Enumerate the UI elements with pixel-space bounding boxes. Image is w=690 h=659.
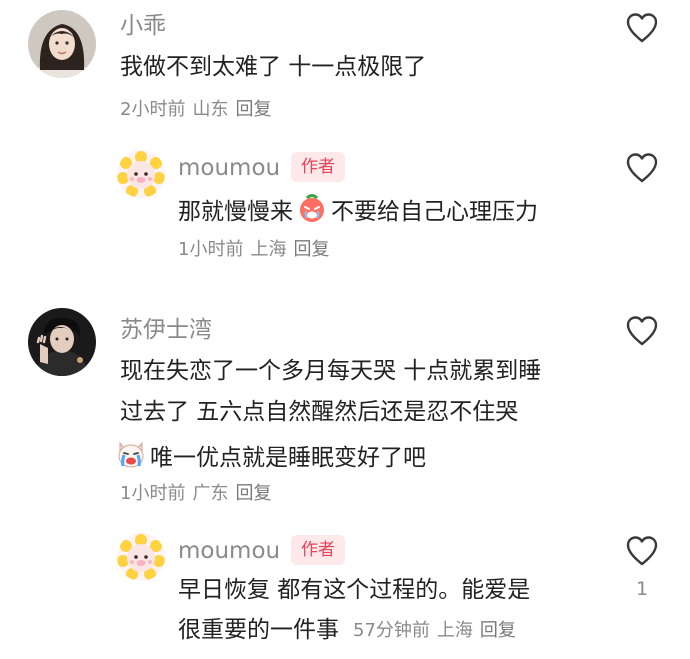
heart-outline-icon[interactable] bbox=[625, 12, 659, 44]
comment-text-part: 不要给自己心理压力 bbox=[331, 199, 538, 225]
comment-meta: 1小时前 上海 回复 bbox=[178, 241, 336, 259]
heart-outline-icon[interactable] bbox=[625, 535, 659, 567]
comment-meta: 1小时前 广东 回复 bbox=[120, 485, 278, 503]
comment-location: 山东 bbox=[192, 99, 229, 120]
comment-time: 57分钟前 bbox=[353, 620, 430, 641]
comment-text-part: 很重要的一件事 bbox=[178, 617, 339, 643]
comment-time: 2小时前 bbox=[120, 99, 186, 120]
avatar-moumou[interactable] bbox=[117, 533, 165, 581]
comment-meta: 57分钟前 上海 回复 bbox=[353, 620, 523, 641]
comment-text-line: 过去了 五六点自然醒然后还是忍不住哭 bbox=[120, 399, 519, 425]
comment-meta: 2小时前 山东 回复 bbox=[120, 101, 278, 119]
comment-text-line: 很重要的一件事 57分钟前 上海 回复 bbox=[178, 619, 523, 642]
comment-text-part: 唯一优点就是睡眠变好了吧 bbox=[150, 445, 426, 471]
comment-time: 1小时前 bbox=[178, 239, 244, 260]
comment-location: 上海 bbox=[250, 239, 287, 260]
comment-username[interactable]: 小乖 bbox=[120, 15, 166, 38]
avatar-suyishiwan[interactable] bbox=[28, 308, 96, 376]
heart-outline-icon[interactable] bbox=[625, 152, 659, 184]
comment-text-line-with-emoji: 唯一优点就是睡眠变好了吧 bbox=[116, 441, 426, 476]
crying-dog-emoji bbox=[116, 439, 146, 474]
comment-text-line: 早日恢复 都有这个过程的。能爱是 bbox=[178, 577, 531, 603]
reply-button[interactable]: 回复 bbox=[235, 483, 271, 504]
like-count: 1 bbox=[636, 578, 649, 600]
comment-text: 我做不到太难了 十一点极限了 bbox=[120, 54, 427, 80]
reply-button[interactable]: 回复 bbox=[293, 239, 329, 260]
reply-button[interactable]: 回复 bbox=[235, 99, 271, 120]
comment-location: 上海 bbox=[436, 620, 473, 641]
heart-outline-icon[interactable] bbox=[625, 315, 659, 347]
reply-button[interactable]: 回复 bbox=[480, 620, 516, 641]
avatar-xiaoguai[interactable] bbox=[28, 10, 96, 78]
crying-face-emoji bbox=[297, 193, 327, 228]
comment-username[interactable]: 苏伊士湾 bbox=[120, 319, 212, 342]
comment-username[interactable]: moumou bbox=[178, 157, 280, 180]
author-badge: 作者 bbox=[291, 535, 345, 565]
author-badge: 作者 bbox=[291, 152, 345, 182]
comment-text-part: 那就慢慢来 bbox=[178, 199, 293, 225]
comment-time: 1小时前 bbox=[120, 483, 186, 504]
comment-username[interactable]: moumou bbox=[178, 540, 280, 563]
avatar-moumou[interactable] bbox=[117, 150, 165, 198]
comment-text: 那就慢慢来 不要给自己心理压力 bbox=[178, 193, 538, 230]
comment-text-line: 现在失恋了一个多月每天哭 十点就累到睡 bbox=[120, 358, 542, 384]
comment-location: 广东 bbox=[192, 483, 229, 504]
